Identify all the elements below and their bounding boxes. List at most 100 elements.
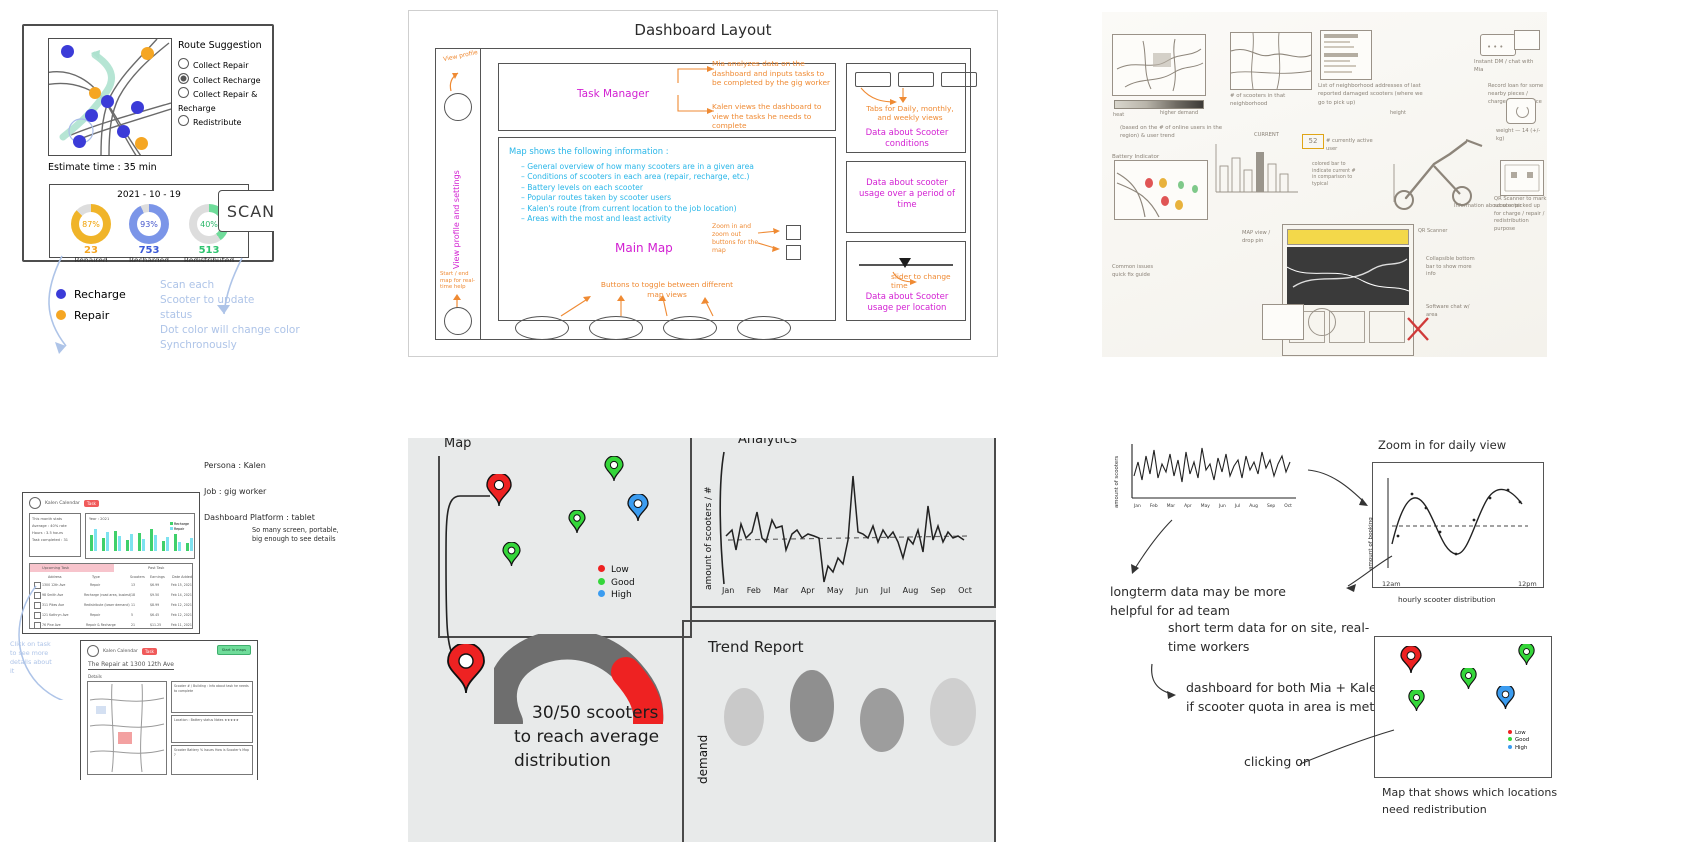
rail-note-top: View profile: [442, 48, 479, 64]
scooter-dot-recharge[interactable]: [61, 45, 74, 58]
map-view-note: MAP view / drop pin: [1242, 230, 1271, 244]
minimap-marker-good[interactable]: [1408, 688, 1425, 712]
map-view-toggle-buttons[interactable]: [515, 316, 791, 340]
scooter-dot-recharge[interactable]: [131, 101, 144, 114]
route-minimap[interactable]: [48, 38, 172, 156]
toggle-arrows: [560, 295, 714, 317]
persona-label: Persona : Kalen: [204, 461, 266, 470]
avatar[interactable]: [444, 93, 472, 121]
map-marker-good[interactable]: [604, 455, 624, 482]
map-bullet: – Popular routes taken by scooter users: [521, 193, 672, 203]
legend-item-recharge: Recharge: [56, 284, 126, 305]
donut-repaired-value: 87%: [79, 212, 103, 236]
current-label: CURRENT: [1254, 132, 1279, 138]
chat-bubble-icon: •••: [1480, 34, 1516, 56]
scooter-dot-repair[interactable]: [89, 87, 101, 99]
map-marker-good[interactable]: [568, 509, 586, 534]
scooter-conditions-label: Data about Scooter conditions: [865, 128, 949, 149]
time-slider-handle[interactable]: [899, 258, 911, 268]
chart2-line: [1387, 478, 1528, 568]
scooter-usage-card[interactable]: Data about scooter usage over a period o…: [846, 161, 966, 233]
avatar-secondary[interactable]: [444, 307, 472, 335]
minimap-marker-low[interactable]: [1400, 644, 1422, 674]
doc1-badge[interactable]: Task: [83, 499, 99, 507]
sketch-map-lines: [1116, 38, 1204, 92]
legend-high-dot-icon: [1508, 744, 1512, 749]
minimap-legend-good: Good: [1508, 737, 1529, 744]
chart1-line: [1131, 444, 1296, 499]
doc2-info-card-1: Scooter # / Building : Info about task h…: [171, 681, 253, 713]
start-in-maps-button[interactable]: Start in maps: [216, 645, 251, 655]
panel4-pencil-note: Click on task to see more details about …: [10, 640, 52, 675]
map-view-button[interactable]: [663, 316, 717, 340]
legend-high-dot-icon: [598, 590, 605, 597]
calendar-doc-detail[interactable]: Kalen Calendar Task Start in maps The Re…: [80, 640, 258, 780]
platform-note: So many screen, portable, big enough to …: [252, 526, 338, 543]
map-view-button[interactable]: [515, 316, 569, 340]
minimap-marker-good[interactable]: [1518, 642, 1535, 666]
scan-button[interactable]: SCAN: [218, 190, 274, 232]
trend-ylabel: demand: [696, 734, 710, 784]
tab-monthly[interactable]: [941, 72, 977, 87]
map-marker-low-callout[interactable]: [446, 642, 486, 694]
radio-icon[interactable]: [178, 115, 189, 126]
persona-notes: Persona : Kalen Job : gig worker Dashboa…: [204, 458, 338, 543]
person-icon: [1308, 308, 1336, 336]
legend-low-dot-icon: [598, 565, 605, 572]
doc2-map[interactable]: [87, 681, 167, 775]
map-marker-high[interactable]: [627, 492, 649, 522]
zoom-in-arrow: [1307, 469, 1368, 506]
minimap-legend-high: High: [1508, 744, 1529, 752]
radio-icon[interactable]: [178, 58, 189, 69]
zoom-in-button[interactable]: [786, 225, 801, 240]
map-bullet: – General overview of how many scooters …: [521, 162, 754, 171]
col-date-added: Date Added: [172, 575, 192, 579]
active-user-count-badge: 52: [1302, 134, 1324, 149]
chart1-ylabel: amount of scooters: [1114, 455, 1120, 508]
legend-good-dot-icon: [598, 577, 605, 585]
rail-arrow-top: [449, 72, 459, 92]
minimap-caption: Map that shows which locations need redi…: [1382, 786, 1558, 816]
radio-icon[interactable]: [178, 87, 189, 98]
scooter-dot-recharge[interactable]: [85, 109, 98, 122]
scooter-dot-recharge[interactable]: [73, 135, 86, 148]
doc2-sub: Details: [88, 674, 102, 679]
scooter-dot-repair[interactable]: [141, 47, 154, 60]
height-label: height: [1390, 110, 1406, 116]
refresh-icon: [1506, 98, 1536, 124]
zoom-out-button[interactable]: [786, 245, 801, 260]
route-option-collect-repair-recharge[interactable]: Collect Repair & Recharge: [178, 87, 274, 115]
col-earnings: Earnings: [150, 575, 165, 579]
panel-paper-sketch-photo: heat higher demand (based on the # of on…: [1102, 12, 1547, 357]
route-option-collect-repair[interactable]: Collect Repair: [178, 58, 274, 73]
map-view-button[interactable]: [589, 316, 643, 340]
guide-sketch: [1262, 304, 1304, 340]
trend-bubble-4: [930, 678, 976, 746]
scooter-conditions-card[interactable]: Tabs for Daily, monthly, and weekly view…: [846, 63, 977, 153]
map-view-button[interactable]: [737, 316, 791, 340]
doc2-map-lines: [89, 683, 165, 773]
tab-daily[interactable]: [855, 72, 891, 87]
view-tabs[interactable]: [855, 72, 977, 87]
doc2-badge[interactable]: Task: [141, 647, 157, 655]
note-longterm: longterm data may be more helpful for ad…: [1110, 584, 1286, 618]
scooter-dot-repair[interactable]: [135, 137, 148, 150]
tab-past-label[interactable]: Past Task: [148, 565, 164, 572]
radio-selected-icon[interactable]: [178, 72, 189, 84]
usage-per-location-card[interactable]: slider to change time Data about Scooter…: [846, 241, 966, 321]
donut-repaired: 87%: [71, 204, 111, 244]
route-option-collect-recharge[interactable]: Collect Recharge: [178, 72, 274, 88]
tab-weekly[interactable]: [898, 72, 934, 87]
minimap-marker-high[interactable]: [1496, 683, 1515, 710]
map-bullet: – Kalen's route (from current location t…: [521, 203, 737, 213]
map-bullet: – Conditions of scooters in each area (r…: [521, 172, 750, 182]
longterm-arrow: [1131, 519, 1173, 574]
doc2-info-card-3: Scooter Battery % Issues How is Scooter'…: [171, 745, 253, 775]
doc1-bars: [90, 521, 193, 551]
map-info-bullets: – General overview of how many scooters …: [521, 162, 831, 224]
map-title: Map: [444, 438, 472, 451]
minimap-marker-good[interactable]: [1460, 666, 1477, 690]
scooter-dot-recharge[interactable]: [101, 95, 114, 108]
scooter-dot-recharge[interactable]: [117, 125, 130, 138]
route-option-redistribute[interactable]: Redistribute: [178, 115, 274, 130]
